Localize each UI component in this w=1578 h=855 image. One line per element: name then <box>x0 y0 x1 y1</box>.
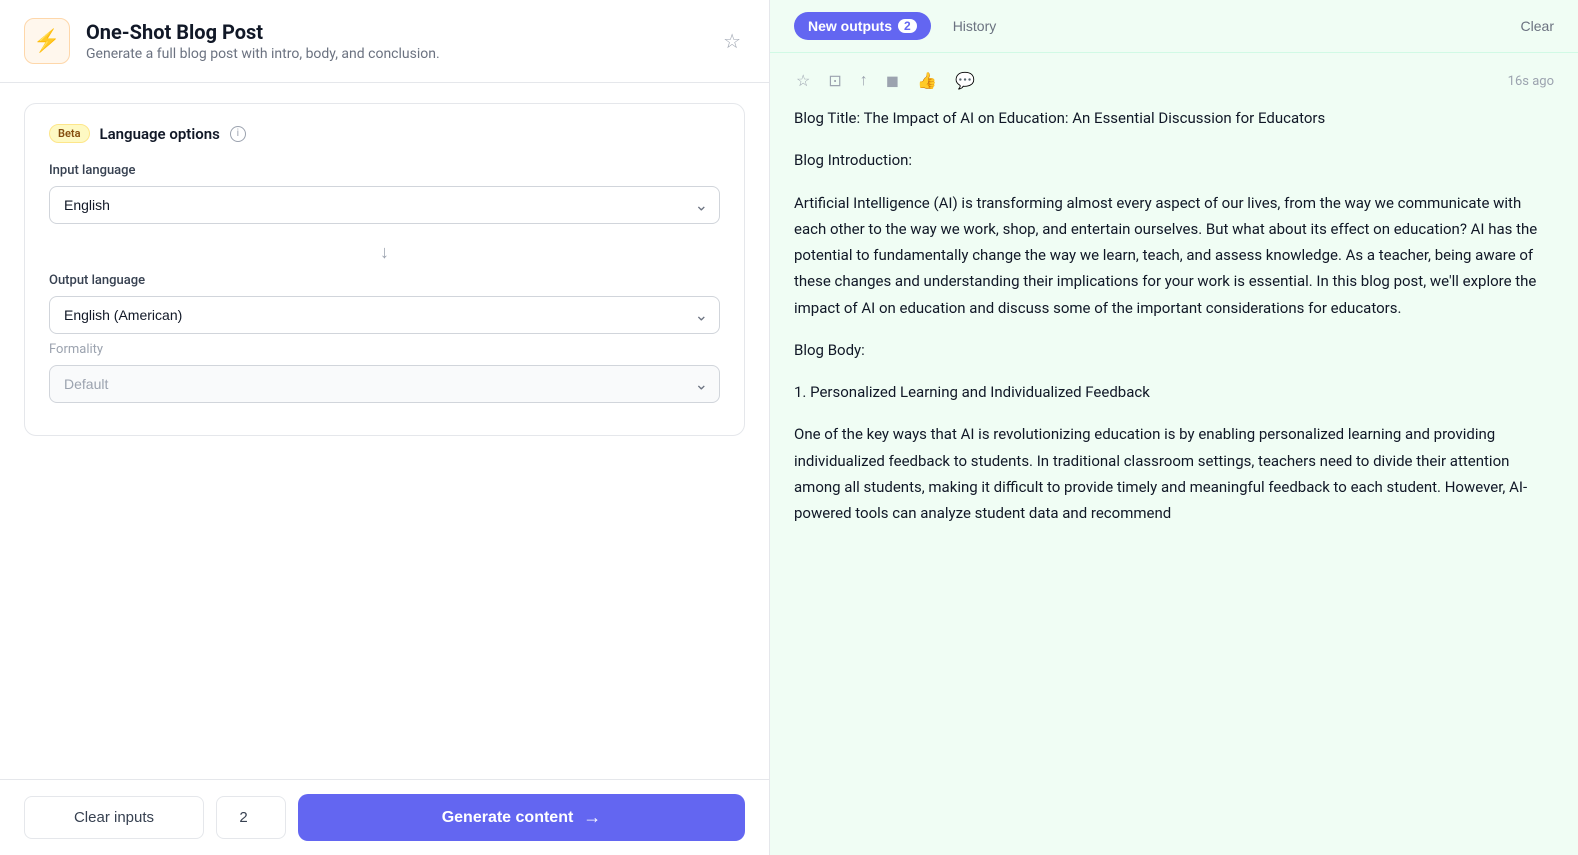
output-text: Blog Title: The Impact of AI on Educatio… <box>794 105 1554 526</box>
arrow-right-icon: → <box>583 807 601 828</box>
formality-field: Formality Default Formal Informal ⌄ <box>49 342 720 403</box>
arrow-down-icon: ↓ <box>380 242 389 263</box>
output-toolbar: ☆ ⊡ ↑ ◼ 👍 💬 16s ago <box>794 69 1554 93</box>
output-language-field: Output language English (American) Engli… <box>49 273 720 334</box>
right-header: New outputs 2 History Clear <box>770 0 1578 53</box>
favorite-button[interactable]: ☆ <box>719 25 745 58</box>
output-timestamp: 16s ago <box>1508 74 1554 89</box>
header-text: One-Shot Blog Post Generate a full blog … <box>86 20 703 62</box>
new-outputs-label: New outputs <box>808 18 892 34</box>
right-panel: New outputs 2 History Clear ☆ ⊡ ↑ ◼ 👍 💬 … <box>770 0 1578 855</box>
main-content-area: Beta Language options i Input language E… <box>0 83 769 779</box>
generate-content-button[interactable]: Generate content → <box>298 794 745 841</box>
bottom-bar: Clear inputs Generate content → <box>0 779 769 855</box>
card-header: Beta Language options i <box>49 124 720 143</box>
output-area: ☆ ⊡ ↑ ◼ 👍 💬 16s ago Blog Title: The Impa… <box>770 53 1578 855</box>
app-subtitle: Generate a full blog post with intro, bo… <box>86 46 703 62</box>
intro-heading: Blog Introduction: <box>794 147 1554 173</box>
output-card: ☆ ⊡ ↑ ◼ 👍 💬 16s ago Blog Title: The Impa… <box>794 69 1554 526</box>
info-icon[interactable]: i <box>230 126 246 142</box>
left-panel: ⚡ One-Shot Blog Post Generate a full blo… <box>0 0 770 855</box>
formality-select[interactable]: Default Formal Informal <box>49 365 720 403</box>
intro-text: Artificial Intelligence (AI) is transfor… <box>794 190 1554 321</box>
formality-label: Formality <box>49 342 720 357</box>
like-button[interactable]: 👍 <box>915 69 939 93</box>
blog-title-line: Blog Title: The Impact of AI on Educatio… <box>794 105 1554 131</box>
arrow-down-divider: ↓ <box>49 232 720 273</box>
card-title: Language options <box>100 125 220 143</box>
app-title: One-Shot Blog Post <box>86 20 703 44</box>
beta-badge: Beta <box>49 124 90 143</box>
copy-button[interactable]: ⊡ <box>826 69 843 93</box>
generate-label: Generate content <box>442 809 574 827</box>
share-button[interactable]: ↑ <box>858 70 870 92</box>
input-language-select[interactable]: English French Spanish German Chinese <box>49 186 720 224</box>
body-heading: Blog Body: <box>794 337 1554 363</box>
output-language-select-wrapper: English (American) English (British) Fre… <box>49 296 720 334</box>
input-language-field: Input language English French Spanish Ge… <box>49 163 720 224</box>
clear-output-button[interactable]: Clear <box>1521 18 1554 34</box>
language-options-card: Beta Language options i Input language E… <box>24 103 745 436</box>
history-tab[interactable]: History <box>943 12 1007 40</box>
body-text1: One of the key ways that AI is revolutio… <box>794 421 1554 526</box>
output-language-label: Output language <box>49 273 720 288</box>
star-output-button[interactable]: ☆ <box>794 69 812 93</box>
comment-button[interactable]: 💬 <box>953 69 977 93</box>
output-language-select[interactable]: English (American) English (British) Fre… <box>49 296 720 334</box>
formality-select-wrapper: Default Formal Informal ⌄ <box>49 365 720 403</box>
new-outputs-count: 2 <box>898 19 917 33</box>
app-icon: ⚡ <box>24 18 70 64</box>
body-point1: 1. Personalized Learning and Individuali… <box>794 379 1554 405</box>
new-outputs-tab[interactable]: New outputs 2 <box>794 12 931 40</box>
clear-inputs-button[interactable]: Clear inputs <box>24 796 204 839</box>
input-language-select-wrapper: English French Spanish German Chinese ⌄ <box>49 186 720 224</box>
save-button[interactable]: ◼ <box>884 69 901 93</box>
output-count-input[interactable] <box>216 796 286 839</box>
app-header: ⚡ One-Shot Blog Post Generate a full blo… <box>0 0 769 83</box>
input-language-label: Input language <box>49 163 720 178</box>
